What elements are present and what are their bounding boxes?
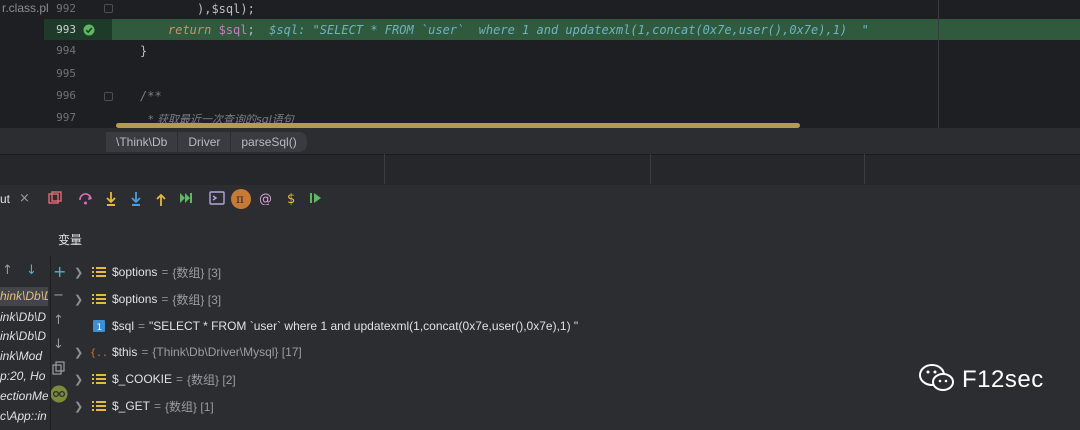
dollar-icon[interactable]: $ bbox=[281, 189, 301, 209]
variables-panel-title: 变量 bbox=[58, 233, 83, 247]
variable-row[interactable]: ❯ $_GET = {数组} [1] bbox=[74, 396, 214, 416]
duplicate-watch-icon[interactable] bbox=[52, 361, 66, 379]
expand-chevron-icon[interactable]: ❯ bbox=[74, 373, 90, 386]
line-number: 995 bbox=[56, 67, 76, 80]
array-icon bbox=[90, 399, 108, 413]
variable-row[interactable]: ❯ $options = {数组} [3] bbox=[74, 262, 221, 282]
step-out-icon[interactable] bbox=[151, 189, 171, 209]
tool-window-header bbox=[0, 154, 1080, 185]
svg-text:π: π bbox=[236, 192, 244, 205]
fold-marker-icon[interactable] bbox=[104, 4, 113, 13]
expand-chevron-icon[interactable]: ❯ bbox=[74, 400, 90, 413]
expand-chevron-icon[interactable]: ❯ bbox=[74, 266, 90, 279]
stack-frame[interactable]: p:20, Ho bbox=[0, 367, 48, 386]
expand-chevron-icon[interactable]: ❯ bbox=[74, 346, 90, 359]
frame-up-icon[interactable]: ↑ bbox=[2, 263, 13, 278]
keyword: return bbox=[168, 23, 212, 37]
frames-divider bbox=[50, 256, 51, 430]
array-icon bbox=[90, 372, 108, 386]
horizontal-scrollbar[interactable] bbox=[116, 123, 800, 128]
fold-marker-icon[interactable] bbox=[104, 92, 113, 101]
punctuation: ; bbox=[247, 23, 255, 37]
breadcrumb-item[interactable]: \Think\Db bbox=[106, 132, 178, 152]
code-line-994: } bbox=[140, 44, 148, 58]
variable-row[interactable]: ❯ {..} $this={Think\Db\Driver\Mysql} [17… bbox=[74, 342, 302, 362]
variable-name: $sql bbox=[112, 319, 135, 333]
stack-frame[interactable]: ectionMe bbox=[0, 387, 48, 406]
variable-row[interactable]: ❯ $options = {数组} [3] bbox=[74, 289, 221, 309]
debug-tab-label[interactable]: ut bbox=[0, 192, 10, 206]
array-icon bbox=[90, 265, 108, 279]
breakpoint-check-icon[interactable] bbox=[83, 24, 95, 36]
code-line-992: ),$sql); bbox=[197, 2, 255, 16]
header-divider bbox=[384, 154, 385, 184]
stack-frame[interactable]: hink\Db\D bbox=[0, 287, 48, 306]
step-over-icon[interactable] bbox=[76, 189, 96, 209]
variable-value: "SELECT * FROM `user` where 1 and update… bbox=[149, 319, 579, 333]
run-to-cursor-icon[interactable] bbox=[176, 189, 196, 209]
variable-name: $_GET bbox=[112, 399, 151, 413]
console-icon[interactable] bbox=[207, 189, 227, 209]
variable-value: {数组} [3] bbox=[172, 265, 222, 280]
right-margin-guide bbox=[938, 0, 939, 128]
restore-layout-icon[interactable] bbox=[45, 189, 65, 209]
header-divider bbox=[864, 154, 865, 184]
move-down-icon[interactable]: ↓ bbox=[53, 337, 64, 352]
object-icon: {..} bbox=[90, 345, 108, 359]
svg-text:1: 1 bbox=[97, 323, 103, 332]
remove-watch-icon[interactable]: − bbox=[53, 288, 64, 303]
wechat-logo-icon bbox=[919, 364, 954, 391]
code-line-993: return $sql; $sql: "SELECT * FROM `user`… bbox=[168, 23, 869, 37]
line-number: 997 bbox=[56, 111, 76, 124]
breadcrumb: \Think\Db Driver parseSql() bbox=[106, 130, 308, 154]
glasses-watch-icon[interactable] bbox=[50, 385, 68, 407]
line-number: 996 bbox=[56, 89, 76, 102]
code-line-996: /** bbox=[140, 89, 162, 103]
add-watch-icon[interactable]: + bbox=[53, 262, 66, 281]
variable-name: $this bbox=[112, 345, 138, 359]
variable-name: $_COOKIE bbox=[112, 372, 173, 386]
inline-debug-value: $sql: "SELECT * FROM `user` where 1 and … bbox=[269, 23, 869, 37]
array-icon bbox=[90, 292, 108, 306]
svg-text:@: @ bbox=[259, 192, 272, 205]
breadcrumb-item[interactable]: Driver bbox=[178, 132, 231, 152]
evaluate-expression-icon[interactable]: π bbox=[231, 189, 251, 209]
variable-row[interactable]: 1 $sql = "SELECT * FROM `user` where 1 and… bbox=[74, 316, 578, 336]
variable-value: {Think\Db\Driver\Mysql} [17] bbox=[152, 345, 302, 359]
variable-row[interactable]: ❯ $_COOKIE = {数组} [2] bbox=[74, 369, 236, 389]
frame-down-icon[interactable]: ↓ bbox=[26, 263, 37, 278]
stack-frame[interactable]: c\App::in bbox=[0, 407, 48, 426]
watch-at-icon[interactable]: @ bbox=[256, 189, 276, 209]
close-tab-icon[interactable]: × bbox=[19, 191, 30, 206]
resume-icon[interactable] bbox=[306, 189, 326, 209]
string-icon: 1 bbox=[90, 319, 108, 333]
header-divider bbox=[650, 154, 651, 184]
variable-name: $options bbox=[112, 292, 158, 306]
variable-value: {数组} [3] bbox=[172, 292, 222, 307]
svg-text:$: $ bbox=[287, 192, 295, 205]
line-number: 993 bbox=[56, 23, 76, 36]
code-editor[interactable]: r.class.pl 992 993 994 995 996 997 ),$sq… bbox=[0, 0, 1080, 128]
watermark-text: F12sec bbox=[962, 366, 1044, 393]
move-up-icon[interactable]: ↑ bbox=[53, 313, 64, 328]
step-into-icon[interactable] bbox=[101, 189, 121, 209]
stack-frame[interactable]: ink\Db\D bbox=[0, 308, 48, 327]
stack-frame[interactable]: ink\Db\D bbox=[0, 327, 48, 346]
line-number: 992 bbox=[56, 2, 76, 15]
svg-text:{..}: {..} bbox=[90, 348, 108, 358]
stack-frame[interactable]: ink\Mod bbox=[0, 347, 48, 366]
variable-name: $options bbox=[112, 265, 158, 279]
variable-value: {数组} [2] bbox=[187, 372, 236, 387]
line-number: 994 bbox=[56, 44, 76, 57]
variable-value: {数组} [1] bbox=[165, 399, 214, 414]
expand-chevron-icon[interactable]: ❯ bbox=[74, 293, 90, 306]
force-step-into-icon[interactable] bbox=[126, 189, 146, 209]
variable: $sql bbox=[218, 23, 248, 37]
breadcrumb-item[interactable]: parseSql() bbox=[231, 132, 307, 152]
